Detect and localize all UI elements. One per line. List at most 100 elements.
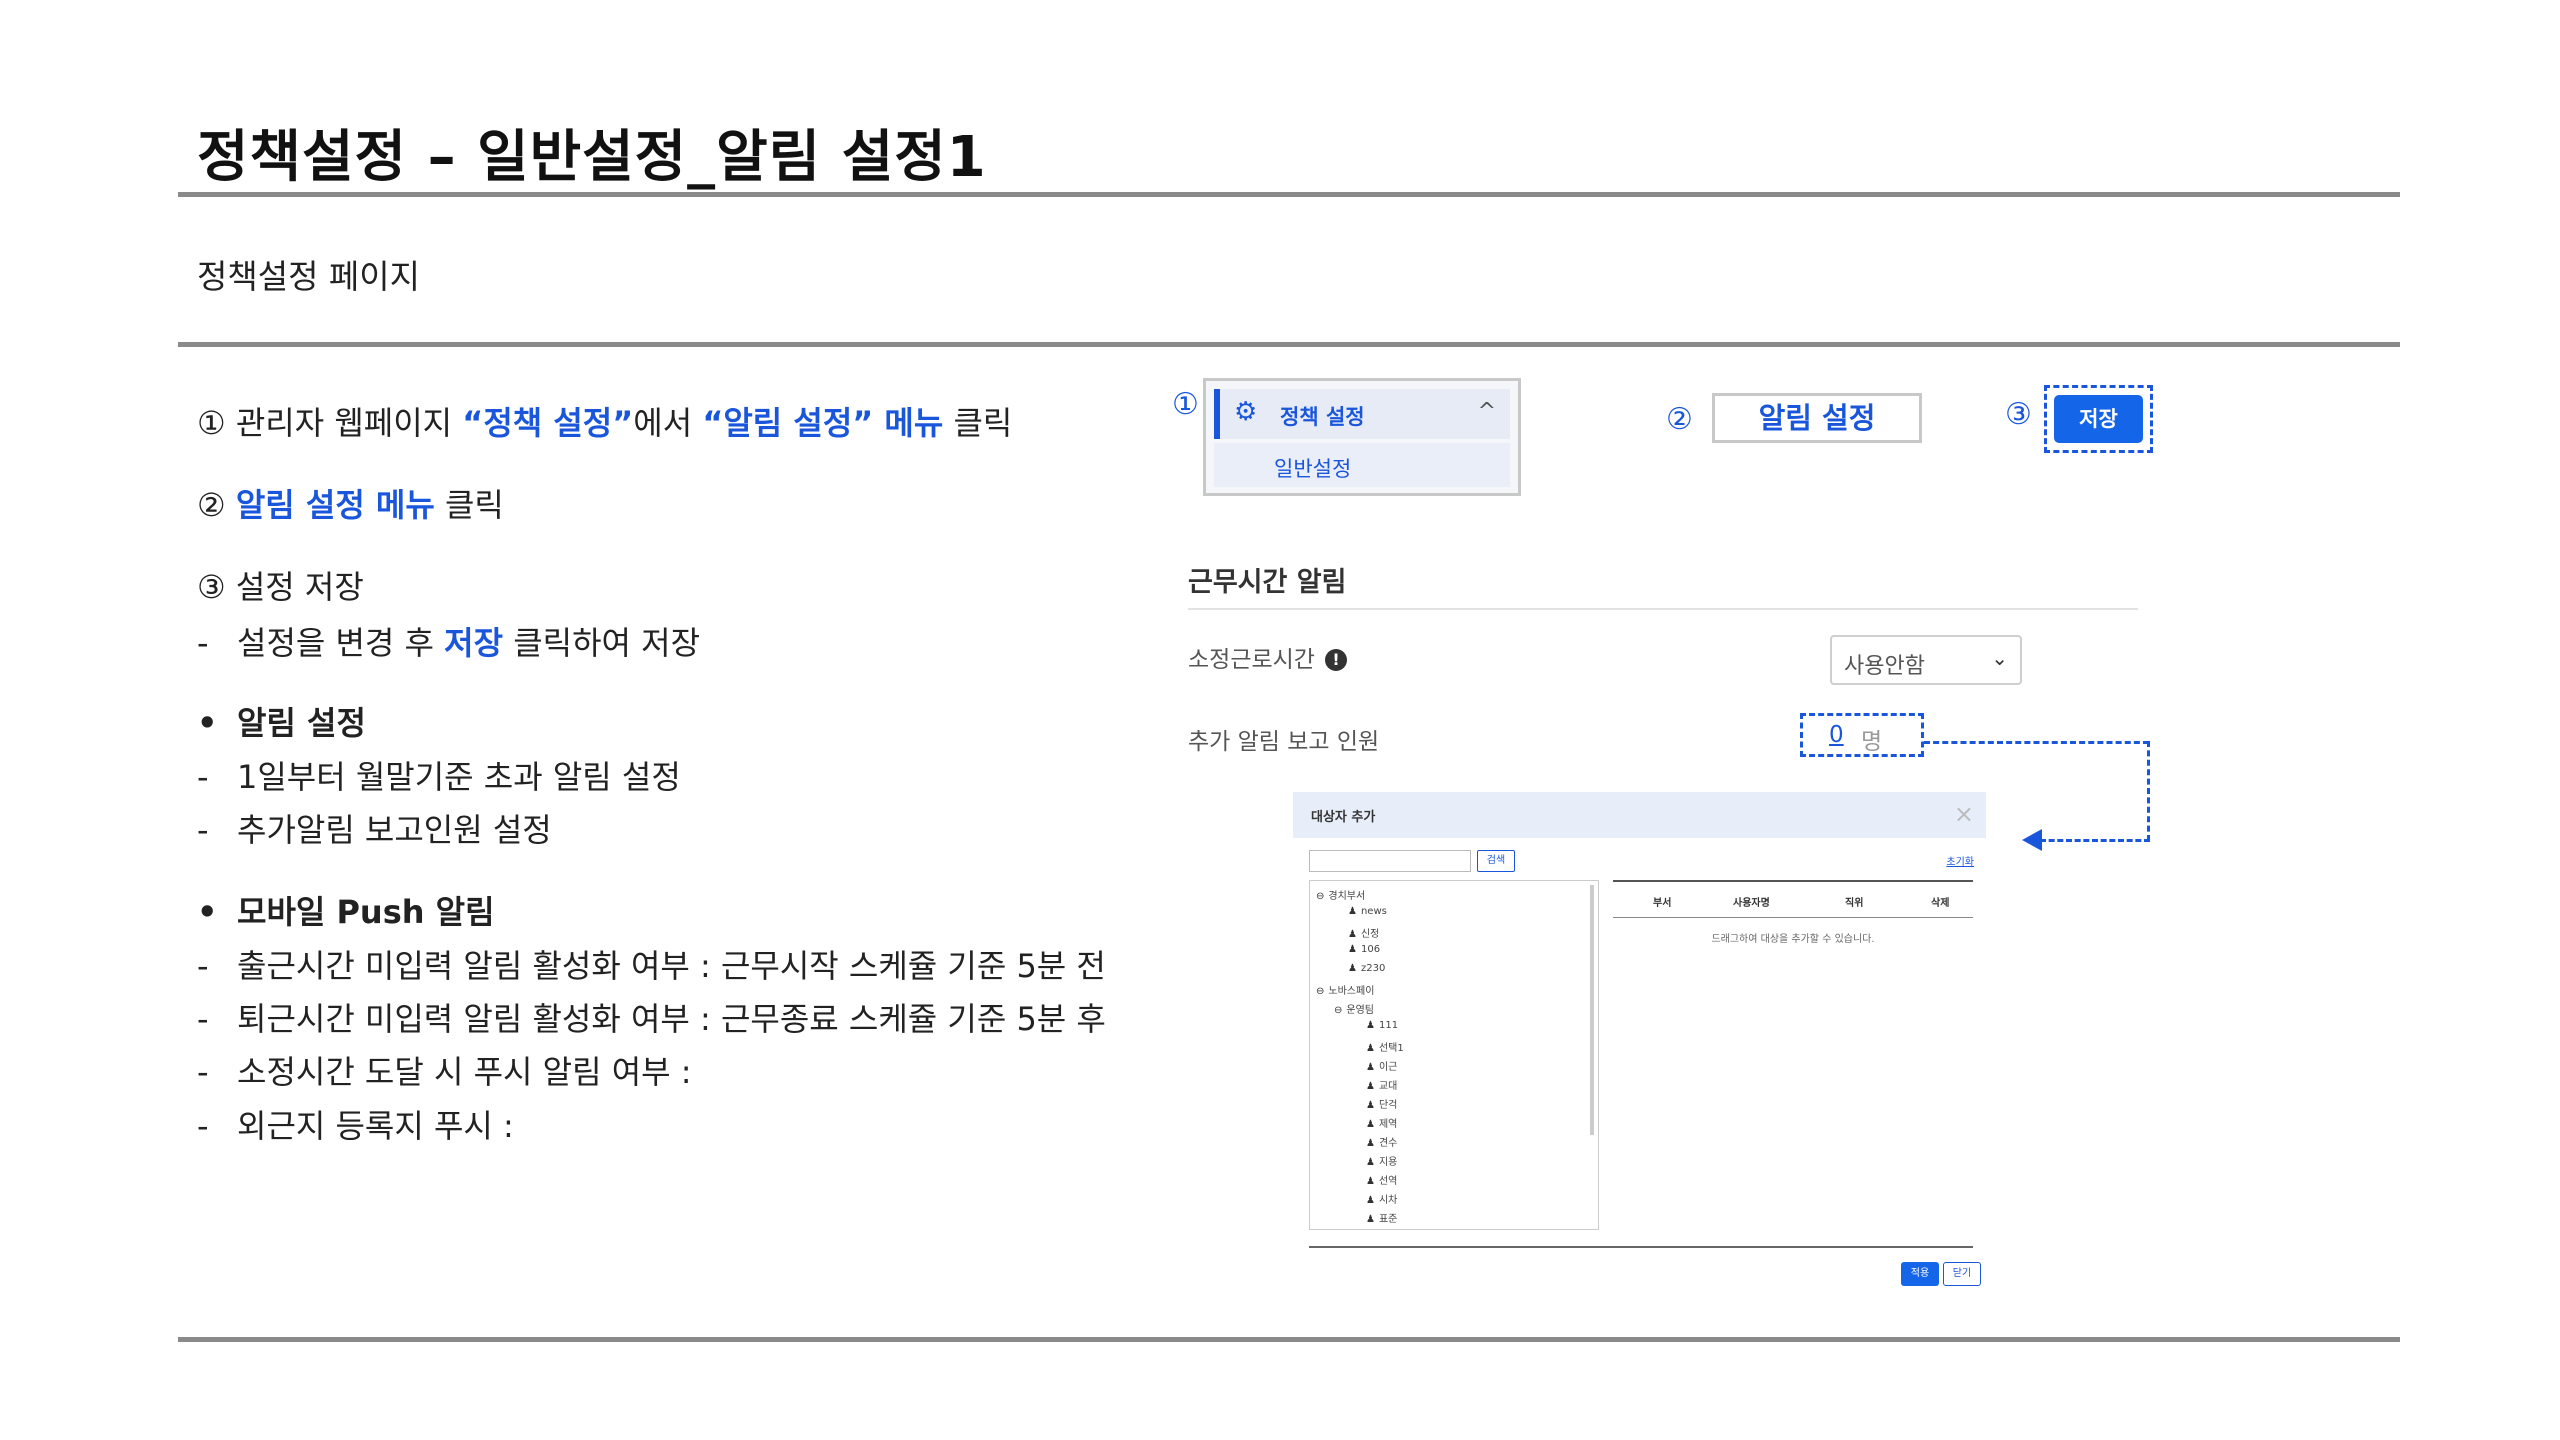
page-title: 정책설정 – 일반설정_알림 설정1 <box>197 125 987 190</box>
callout-1: ① <box>1172 387 1199 422</box>
tree-node-user[interactable]: ♟ 견수 <box>1366 1134 1397 1149</box>
tree-node-user[interactable]: ♟ z230 <box>1348 963 1385 974</box>
user-icon: ♟ <box>1348 963 1357 974</box>
callout-3: ③ <box>2005 397 2032 432</box>
gear-icon: ⚙ <box>1234 397 1258 427</box>
add-target-modal: 대상자 추가 × 검색 초기화 ⊖ 경치부서 ♟ news ♟ 신정 ♟ 106 ♟ z2… <box>1293 792 1986 1292</box>
close-icon[interactable]: × <box>1954 800 1974 828</box>
alarm-settings-tab[interactable]: 알림 설정 <box>1712 393 1922 443</box>
menu-general-settings[interactable]: 일반설정 <box>1214 443 1510 487</box>
tree-node-user[interactable]: ♟ 시차 <box>1366 1191 1397 1206</box>
tree-node-user[interactable]: ♟ 선택1 <box>1366 1039 1404 1054</box>
tree-node-label: 표준 <box>1378 1214 1398 1225</box>
report-members-count[interactable]: 0 명 <box>1800 713 1924 757</box>
tree-node-group[interactable]: ⊖ 노바스페이 <box>1316 982 1374 997</box>
connector-line <box>2147 741 2150 841</box>
menu-policy-settings[interactable]: ⚙ 정책 설정 ^ <box>1214 389 1510 439</box>
step-2: ② 알림 설정 메뉴 클릭 <box>197 480 504 526</box>
dash-mark: - <box>197 624 209 662</box>
bullet-item-text: 1일부터 월말기준 초과 알림 설정 <box>237 758 681 796</box>
tree-node-label: z230 <box>1360 963 1386 974</box>
table-header: 부서 사용자명 직위 삭제 <box>1613 880 1973 918</box>
column-header: 부서 <box>1653 898 1672 909</box>
dash-mark: - <box>197 1000 209 1038</box>
step-1-number: ① <box>197 404 226 442</box>
step-3-title: 설정 저장 <box>235 568 364 606</box>
dash-mark: - <box>197 758 209 796</box>
save-highlight: 저장 <box>2044 385 2153 453</box>
header-divider <box>178 192 2400 197</box>
collapse-icon: ⊖ <box>1334 1005 1343 1016</box>
tree-scrollbar[interactable] <box>1590 885 1594 1135</box>
tree-node-user[interactable]: ♟ 선역 <box>1366 1172 1397 1187</box>
empty-message: 드래그하여 대상을 추가할 수 있습니다. <box>1711 934 1875 945</box>
save-button[interactable]: 저장 <box>2054 395 2143 443</box>
apply-button[interactable]: 적용 <box>1901 1262 1939 1286</box>
tree-node-group[interactable]: ⊖ 경치부서 <box>1316 887 1365 902</box>
step-2-number: ② <box>197 486 226 524</box>
side-menu-capture: ⚙ 정책 설정 ^ 일반설정 <box>1203 378 1521 496</box>
tree-node-label: 교대 <box>1378 1081 1398 1092</box>
bullet-item: - 출근시간 미입력 알림 활성화 여부 : 근무시작 스케쥴 기준 5분 전 <box>197 941 1106 987</box>
step-1-alarm-menu: “알림 설정” 메뉴 <box>702 404 944 442</box>
user-icon: ♟ <box>1348 944 1357 955</box>
modal-reset-link[interactable]: 초기화 <box>1946 853 1974 868</box>
user-icon: ♟ <box>1366 1176 1375 1187</box>
user-icon: ♟ <box>1366 1214 1375 1225</box>
connector-line <box>2040 839 2150 842</box>
arrow-head-icon <box>2022 829 2042 851</box>
column-header: 삭제 <box>1931 898 1950 909</box>
tree-node-label: 견수 <box>1378 1138 1398 1149</box>
tree-node-label: 운영팀 <box>1346 1005 1374 1016</box>
column-header: 직위 <box>1845 898 1864 909</box>
info-icon[interactable]: ! <box>1324 649 1347 671</box>
tree-node-label: 노바스페이 <box>1328 986 1375 997</box>
tree-node-user[interactable]: ♟ 단걱 <box>1366 1096 1397 1111</box>
tree-node-user[interactable]: ♟ 교대 <box>1366 1077 1397 1092</box>
user-icon: ♟ <box>1366 1100 1375 1111</box>
tree-node-label: 선역 <box>1378 1176 1398 1187</box>
tree-node-user[interactable]: ♟ 제역 <box>1366 1115 1397 1130</box>
step-1-text: 관리자 웹페이지 <box>235 404 463 442</box>
dash-mark: - <box>197 947 209 985</box>
step-2-click: 클릭 <box>434 486 504 524</box>
chevron-up-icon: ^ <box>1477 399 1496 424</box>
tree-node-user[interactable]: ♟ 신정 <box>1348 925 1379 940</box>
tree-node-label: 단걱 <box>1378 1100 1398 1111</box>
row-label-text: 소정근로시간 <box>1188 647 1315 673</box>
regular-hours-select[interactable]: 사용안함 ⌄ <box>1830 635 2022 685</box>
step-3-text-2: 클릭하여 저장 <box>503 624 701 662</box>
step-3: ③ 설정 저장 <box>197 562 364 608</box>
dash-mark: - <box>197 1053 209 1091</box>
tree-node-user[interactable]: ♟ 표준 <box>1366 1210 1397 1225</box>
bullet-item-text: 출근시간 미입력 알림 활성화 여부 : 근무시작 스케쥴 기준 5분 전 <box>237 947 1106 985</box>
column-header: 사용자명 <box>1733 898 1770 909</box>
bullet-item-text: 퇴근시간 미입력 알림 활성화 여부 : 근무종료 스케쥴 기준 5분 후 <box>237 1000 1106 1038</box>
tree-node-user[interactable]: ♟ 106 <box>1348 944 1380 955</box>
step-1: ① 관리자 웹페이지 “정책 설정”에서 “알림 설정” 메뉴 클릭 <box>197 398 1012 444</box>
tree-node-label: 제역 <box>1378 1119 1398 1130</box>
bullet-item: - 퇴근시간 미입력 알림 활성화 여부 : 근무종료 스케쥴 기준 5분 후 <box>197 994 1106 1040</box>
bullet-mark: • <box>197 704 218 742</box>
tree-node-user[interactable]: ♟ 111 <box>1366 1020 1398 1031</box>
step-3-save: 저장 <box>444 624 504 662</box>
subtitle-divider <box>178 342 2400 347</box>
bullet-title: 알림 설정 <box>237 704 366 742</box>
dash-mark: - <box>197 1107 209 1145</box>
tree-node-user[interactable]: ♟ 이근 <box>1366 1058 1397 1073</box>
user-icon: ♟ <box>1366 1062 1375 1073</box>
close-button[interactable]: 닫기 <box>1943 1262 1981 1286</box>
modal-search-input[interactable] <box>1309 850 1471 872</box>
modal-title: 대상자 추가 <box>1311 810 1376 825</box>
count-value[interactable]: 0 <box>1829 722 1844 748</box>
tree-node-label: news <box>1360 906 1387 917</box>
tree-node-user[interactable]: ♟ news <box>1348 906 1387 917</box>
user-icon: ♟ <box>1366 1138 1375 1149</box>
collapse-icon: ⊖ <box>1316 986 1325 997</box>
user-icon: ♟ <box>1348 906 1357 917</box>
tree-node-label: 이근 <box>1378 1062 1398 1073</box>
bullet-mobile-push: • 모바일 Push 알림 <box>197 887 495 933</box>
tree-node-group[interactable]: ⊖ 운영팀 <box>1334 1001 1374 1016</box>
modal-search-button[interactable]: 검색 <box>1477 850 1515 872</box>
tree-node-user[interactable]: ♟ 지용 <box>1366 1153 1397 1168</box>
